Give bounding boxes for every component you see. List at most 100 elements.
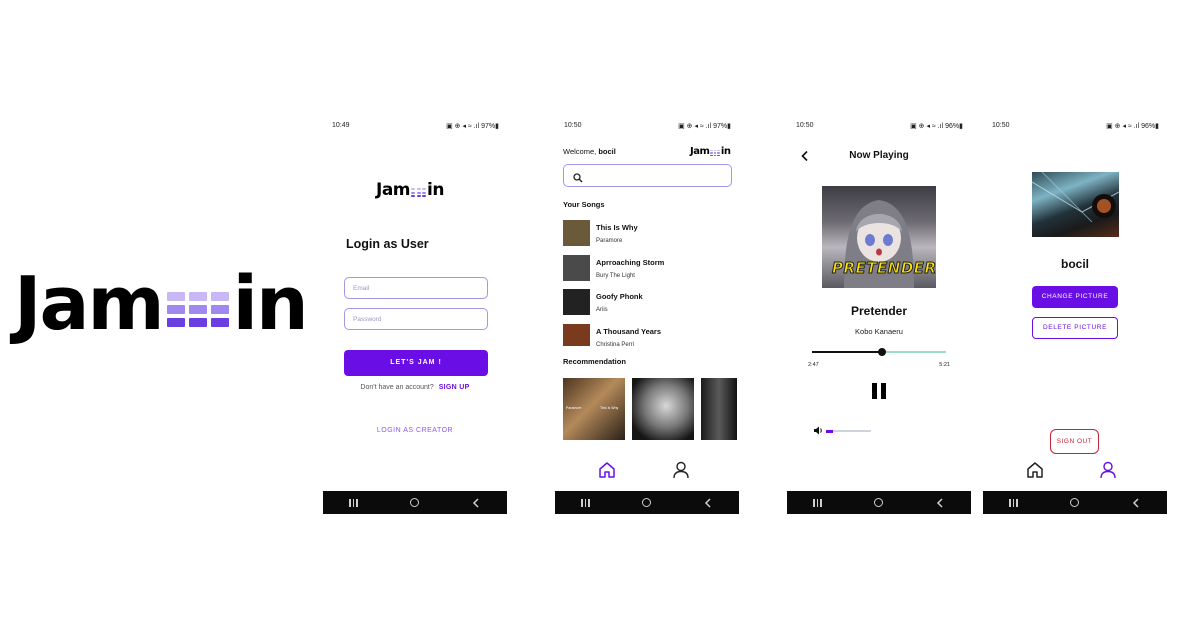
progress-bar[interactable]	[812, 348, 946, 356]
home-tab-icon[interactable]	[1026, 461, 1044, 484]
progress-fill	[812, 351, 882, 353]
recommendation-row: Paramore This Is Why	[563, 378, 737, 440]
home-tab-icon[interactable]	[598, 461, 616, 484]
logo-word-left: Jam	[690, 146, 710, 157]
song-thumbnail	[563, 323, 590, 346]
login-button[interactable]: LET'S JAM !	[344, 350, 488, 376]
eq-bar	[713, 150, 717, 152]
eq-bar	[188, 304, 207, 314]
eq-bar	[188, 291, 207, 301]
profile-tab-icon[interactable]	[1100, 461, 1116, 484]
progress-knob[interactable]	[877, 348, 886, 356]
album-art-text: PRETENDER	[832, 259, 936, 278]
pause-bar	[881, 383, 886, 399]
status-time: 10:50	[992, 122, 1010, 129]
status-icons: ▣ ⊕ ◂ ≈ .ıl 97%▮	[446, 123, 499, 130]
login-as-creator-link[interactable]: LOGIN AS CREATOR	[323, 427, 507, 434]
song-artist: Paramore	[596, 238, 623, 244]
recent-apps-icon[interactable]	[578, 497, 594, 509]
home-screen: 10:50 ▣ ⊕ ◂ ≈ .ıl 97%▮ Welcome, bocil Ja…	[555, 116, 739, 514]
eq-bar	[713, 152, 717, 154]
recommendation-heading: Recommendation	[563, 357, 626, 366]
eq-bar	[166, 304, 185, 314]
song-row[interactable]: This Is Why Paramore	[563, 220, 733, 255]
brand-logo-large: Jam in	[14, 261, 309, 347]
profile-username: bocil	[1060, 257, 1089, 271]
status-time: 10:50	[796, 122, 814, 129]
signup-link[interactable]: SIGN UP	[439, 384, 470, 391]
bottom-tab-bar	[555, 461, 739, 481]
recent-apps-icon[interactable]	[1006, 497, 1022, 509]
song-title: Aprroaching Storm	[596, 257, 665, 267]
now-playing-title: Now Playing	[849, 150, 909, 161]
home-nav-icon[interactable]	[1067, 497, 1083, 509]
back-nav-icon[interactable]	[1128, 497, 1144, 509]
status-icons: ▣ ⊕ ◂ ≈ .ıl 97%▮	[678, 123, 731, 130]
eq-bar	[717, 154, 720, 156]
eq-bar	[422, 195, 427, 197]
volume-slider[interactable]	[826, 429, 871, 433]
back-nav-icon[interactable]	[932, 497, 948, 509]
song-title: This Is Why	[596, 223, 638, 232]
recommendation-card[interactable]: Paramore This Is Why	[563, 378, 625, 440]
back-nav-icon[interactable]	[468, 497, 484, 509]
eq-bar	[422, 188, 427, 190]
song-row[interactable]: A Thousand Years Christina Perri	[563, 323, 733, 347]
home-nav-icon[interactable]	[639, 497, 655, 509]
song-meta: A Thousand Years Christina Perri	[596, 324, 661, 347]
eq-bar	[411, 195, 416, 197]
status-time: 10:50	[564, 122, 582, 129]
equalizer-icon	[710, 150, 720, 156]
sign-out-button[interactable]: SIGN OUT	[1050, 429, 1099, 454]
eq-bar	[710, 150, 713, 152]
song-artist: Christina Perri	[596, 341, 635, 347]
pause-button[interactable]	[872, 383, 886, 399]
delete-picture-button[interactable]: DELETE PICTURE	[1032, 317, 1118, 339]
system-nav-bar	[323, 491, 507, 514]
song-row[interactable]: Aprroaching Storm Bury The Light	[563, 254, 733, 290]
welcome-text: Welcome, bocil	[563, 147, 616, 156]
search-input[interactable]	[563, 164, 732, 187]
status-bar: 10:50 ▣ ⊕ ◂ ≈ .ıl 97%▮	[555, 122, 739, 134]
eq-bar	[710, 152, 713, 154]
volume-icon[interactable]	[813, 422, 823, 440]
track-title: Pretender	[850, 304, 908, 318]
album-art: PRETENDER	[822, 186, 936, 288]
eq-bar	[166, 291, 185, 301]
equalizer-icon	[166, 291, 229, 327]
eq-bar	[717, 152, 720, 154]
track-artist: Kobo Kanaeru	[855, 327, 903, 336]
profile-picture-illustration	[1032, 172, 1119, 223]
password-field[interactable]: Password	[344, 308, 488, 330]
change-picture-button[interactable]: CHANGE PICTURE	[1032, 286, 1118, 308]
song-meta: This Is Why Paramore	[596, 220, 638, 244]
recent-apps-icon[interactable]	[346, 497, 362, 509]
recommendation-card[interactable]	[632, 378, 694, 440]
system-nav-bar	[983, 491, 1167, 514]
app-logo: Jam in	[376, 182, 444, 199]
song-artist: Ariis	[596, 307, 608, 313]
recommendation-card[interactable]	[701, 378, 737, 440]
page-title: Login as User	[346, 237, 429, 251]
logo-word-right: in	[720, 146, 731, 157]
welcome-prefix: Welcome,	[563, 147, 597, 156]
system-nav-bar	[787, 491, 971, 514]
eq-bar	[416, 191, 421, 194]
eq-bar	[713, 154, 717, 156]
status-bar: 10:49 ▣ ⊕ ◂ ≈ .ıl 97%▮	[323, 122, 507, 134]
song-title: Goofy Phonk	[596, 292, 643, 301]
profile-tab-icon[interactable]	[673, 461, 689, 484]
logo-word-left: Jam	[14, 261, 165, 347]
home-nav-icon[interactable]	[407, 497, 423, 509]
logo-word-right: in	[427, 180, 444, 200]
profile-picture	[1032, 172, 1119, 237]
logo-word-right: in	[232, 261, 309, 347]
logo-word-left: Jam	[376, 180, 411, 200]
back-nav-icon[interactable]	[700, 497, 716, 509]
eq-bar	[166, 317, 185, 327]
email-field[interactable]: Email	[344, 277, 488, 299]
song-row[interactable]: Goofy Phonk Ariis	[563, 289, 733, 324]
recent-apps-icon[interactable]	[810, 497, 826, 509]
profile-screen: 10:50 ▣ ⊕ ◂ ≈ .ıl 96%▮ bocil CHANGE PICT…	[983, 116, 1167, 514]
home-nav-icon[interactable]	[871, 497, 887, 509]
